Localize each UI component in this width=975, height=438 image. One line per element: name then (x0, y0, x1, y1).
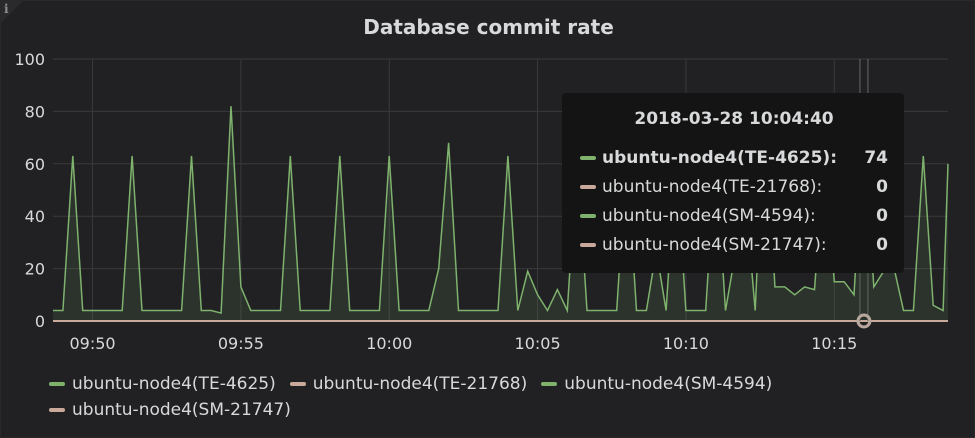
x-tick-label: 09:50 (70, 334, 116, 353)
tooltip-series-name: ubuntu-node4(SM-21747): (602, 234, 827, 255)
tooltip-series-value: 0 (876, 176, 888, 197)
legend-swatch (49, 408, 65, 412)
tooltip-time: 2018-03-28 10:04:40 (634, 109, 834, 129)
legend-label: ubuntu-node4(TE-4625) (72, 374, 276, 394)
legend-item[interactable]: ubuntu-node4(SM-4594) (541, 371, 772, 397)
legend: ubuntu-node4(TE-4625) ubuntu-node4(TE-217… (49, 371, 949, 423)
tooltip-swatch (580, 155, 596, 160)
tooltip-swatch (580, 242, 596, 247)
tooltip-row: ubuntu-node4(SM-4594): 0 (580, 201, 888, 230)
tooltip-swatch (580, 213, 596, 218)
legend-swatch (541, 382, 558, 386)
tooltip-series-value: 0 (876, 234, 888, 255)
tooltip-series-value: 74 (864, 147, 888, 168)
x-tick-label: 10:15 (811, 334, 857, 353)
graph-panel: i Database commit rate 0 20 40 60 80 100 09:50… (0, 0, 975, 438)
y-tick-label: 80 (25, 102, 45, 121)
x-tick-label: 09:55 (218, 334, 264, 353)
tooltip-series-value: 0 (876, 205, 888, 226)
tooltip-row: ubuntu-node4(TE-4625): 74 (580, 143, 888, 172)
tooltip-swatch (580, 184, 596, 189)
legend-swatch (49, 382, 65, 386)
x-tick-label: 10:10 (663, 334, 709, 353)
y-tick-label: 20 (25, 260, 45, 279)
legend-item[interactable]: ubuntu-node4(SM-21747) (49, 397, 291, 423)
y-tick-label: 0 (35, 312, 45, 331)
y-tick-label: 40 (25, 207, 45, 226)
legend-item[interactable]: ubuntu-node4(TE-21768) (289, 371, 528, 397)
legend-label: ubuntu-node4(SM-21747) (72, 400, 291, 420)
legend-item[interactable]: ubuntu-node4(TE-4625) (49, 371, 276, 397)
x-tick-label: 10:00 (366, 334, 412, 353)
legend-swatch (289, 382, 306, 386)
y-tick-label: 100 (14, 50, 45, 69)
tooltip-row: ubuntu-node4(SM-21747): 0 (580, 230, 888, 259)
y-tick-label: 60 (25, 155, 45, 174)
x-tick-label: 10:05 (515, 334, 561, 353)
tooltip-series-name: ubuntu-node4(TE-4625): (602, 147, 837, 168)
tooltip-series-name: ubuntu-node4(SM-4594): (602, 205, 816, 226)
hover-tooltip: 2018-03-28 10:04:40 ubuntu-node4(TE-4625… (562, 93, 904, 273)
legend-label: ubuntu-node4(SM-4594) (564, 374, 773, 394)
tooltip-row: ubuntu-node4(TE-21768): 0 (580, 172, 888, 201)
tooltip-rows: ubuntu-node4(TE-4625): 74 ubuntu-node4(TE-… (580, 143, 888, 259)
tooltip-series-name: ubuntu-node4(TE-21768): (602, 176, 823, 197)
legend-label: ubuntu-node4(TE-21768) (312, 374, 528, 394)
